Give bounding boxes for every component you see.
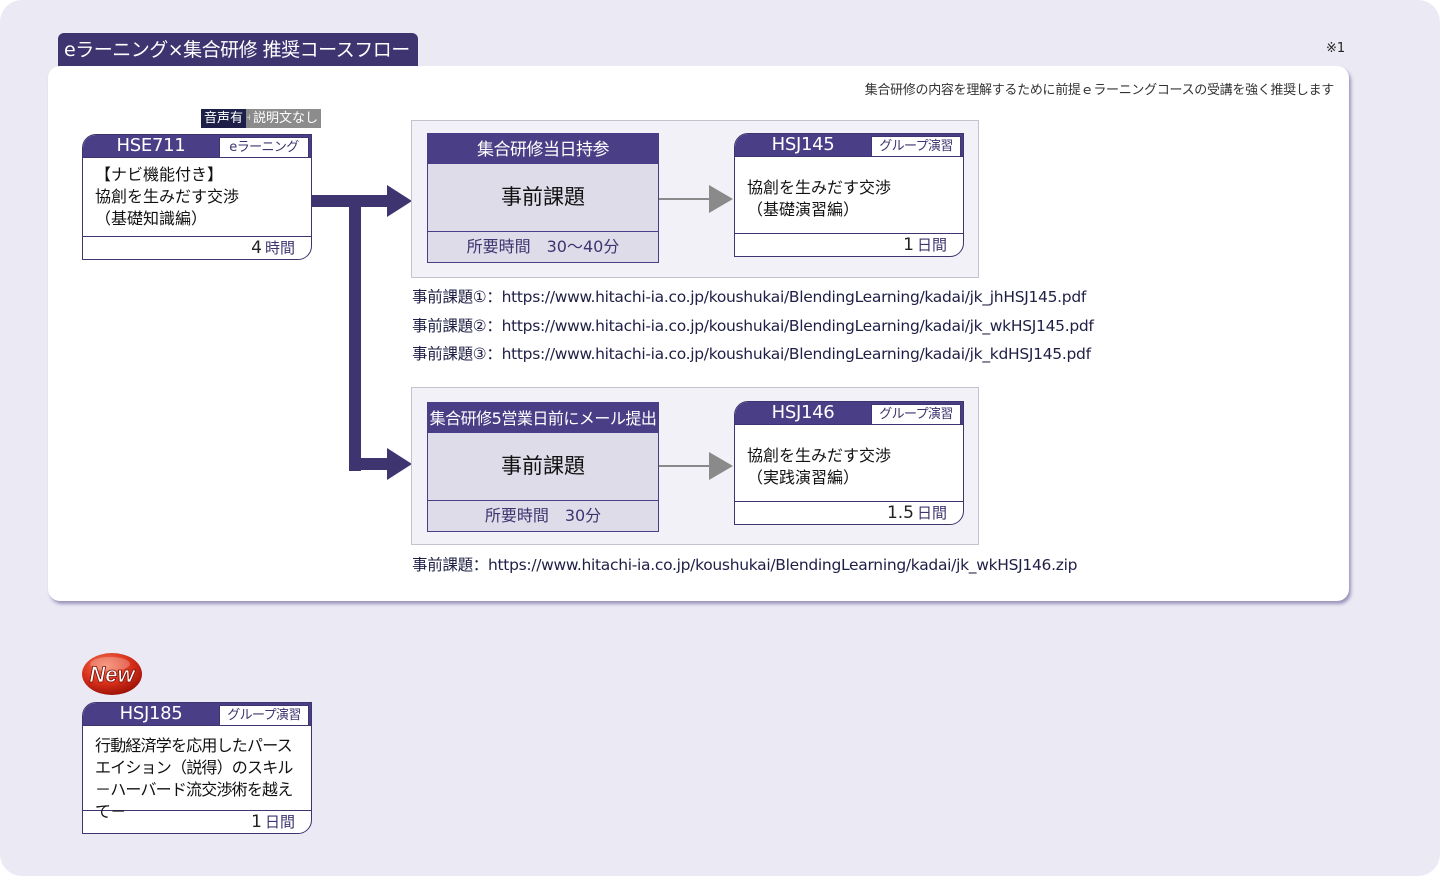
duration-value: 1	[251, 812, 262, 832]
pretask-time: 所要時間 30分	[484, 506, 602, 525]
course-title-line: （基礎演習編）	[747, 200, 860, 219]
duration-unit: 日間	[916, 504, 947, 522]
duration-unit: 日間	[264, 813, 295, 831]
new-badge: New	[82, 653, 142, 695]
no-description-badge: 説明文なし	[250, 109, 322, 128]
course-title-line: エイション（説得）のスキル	[95, 758, 293, 777]
course-card-hsj145[interactable]: HSJ145 グループ演習 協創を生みだす交渉 （基礎演習編） 1 日間	[734, 133, 964, 257]
course-code: HSJ145	[771, 134, 835, 155]
course-type: グループ演習	[871, 136, 961, 156]
duration-value: 4	[251, 238, 262, 258]
course-title-line: 行動経済学を応用したパース	[95, 736, 293, 755]
pretask-header: 集合研修当日持参	[428, 134, 658, 164]
course-title-line: 協創を生みだす交渉	[747, 178, 892, 197]
course-duration: 1.5 日間	[735, 501, 963, 524]
course-card-hsj185[interactable]: HSJ185 グループ演習 行動経済学を応用したパース エイション（説得）のスキ…	[82, 702, 312, 834]
course-type: eラーニング	[219, 137, 309, 157]
arrow-right-icon	[659, 185, 733, 213]
duration-value: 1	[903, 235, 914, 255]
course-title-line: 【ナビ機能付き】	[95, 165, 224, 184]
course-title-line: （実践演習編）	[747, 468, 860, 487]
duration-unit: 時間	[264, 239, 295, 257]
course-code: HSJ146	[771, 402, 835, 423]
course-card-hsj146[interactable]: HSJ146 グループ演習 協創を生みだす交渉 （実践演習編） 1.5 日間	[734, 401, 964, 525]
pretask-url-link[interactable]: 事前課題③：https://www.hitachi-ia.co.jp/koush…	[412, 342, 1091, 364]
course-duration: 4 時間	[83, 236, 311, 259]
course-header: HSJ145 グループ演習	[735, 134, 963, 156]
arrow-right-icon	[659, 452, 733, 480]
arrowhead-bottom	[387, 448, 412, 480]
course-type: グループ演習	[871, 404, 961, 424]
course-title: 【ナビ機能付き】 協創を生みだす交渉 （基礎知識編）	[83, 157, 311, 236]
pretask-title: 事前課題	[428, 164, 658, 232]
course-type: グループ演習	[219, 705, 309, 725]
course-title: 行動経済学を応用したパース エイション（説得）のスキル －ハーバード流交渉術を越…	[83, 725, 311, 821]
course-code: HSJ185	[119, 703, 183, 724]
duration-value: 1.5	[886, 503, 914, 523]
pretask-url-link[interactable]: 事前課題：https://www.hitachi-ia.co.jp/koushu…	[412, 553, 1077, 575]
media-badges: 音声有 + 説明文なし	[201, 109, 322, 128]
course-header: HSJ185 グループ演習	[83, 703, 311, 725]
pretask-header: 集合研修5営業日前にメール提出	[428, 403, 658, 433]
course-title-line: 協創を生みだす交渉	[747, 446, 892, 465]
course-title: 協創を生みだす交渉 （実践演習編）	[735, 424, 963, 501]
connector-vertical	[349, 201, 361, 471]
pretask-box: 集合研修5営業日前にメール提出 事前課題 所要時間 30分	[427, 402, 659, 532]
pretask-box: 集合研修当日持参 事前課題 所要時間 30～40分	[427, 133, 659, 263]
pretask-time: 所要時間 30～40分	[466, 237, 620, 256]
course-code: HSE711	[116, 135, 186, 156]
pretask-group-1: 集合研修当日持参 事前課題 所要時間 30～40分 HSJ145 グループ演習 …	[411, 120, 979, 278]
pretask-group-2: 集合研修5営業日前にメール提出 事前課題 所要時間 30分 HSJ146 グルー…	[411, 387, 979, 545]
course-title: 協創を生みだす交渉 （基礎演習編）	[735, 156, 963, 233]
course-title-line: （基礎知識編）	[95, 209, 208, 228]
course-duration: 1 日間	[735, 233, 963, 256]
new-badge-label: New	[89, 662, 136, 687]
pretask-title: 事前課題	[428, 433, 658, 501]
duration-unit: 日間	[916, 236, 947, 254]
course-header: HSJ146 グループ演習	[735, 402, 963, 424]
pretask-url-link[interactable]: 事前課題①：https://www.hitachi-ia.co.jp/koush…	[412, 285, 1086, 307]
course-header: HSE711 eラーニング	[83, 135, 311, 157]
course-title-line: 協創を生みだす交渉	[95, 187, 240, 206]
audio-badge: 音声有	[201, 109, 247, 128]
arrowhead-top	[387, 185, 412, 217]
course-card-hse711[interactable]: HSE711 eラーニング 【ナビ機能付き】 協創を生みだす交渉 （基礎知識編）…	[82, 134, 312, 260]
connector-horizontal-bottom	[349, 458, 390, 470]
pretask-url-link[interactable]: 事前課題②：https://www.hitachi-ia.co.jp/koush…	[412, 314, 1094, 336]
